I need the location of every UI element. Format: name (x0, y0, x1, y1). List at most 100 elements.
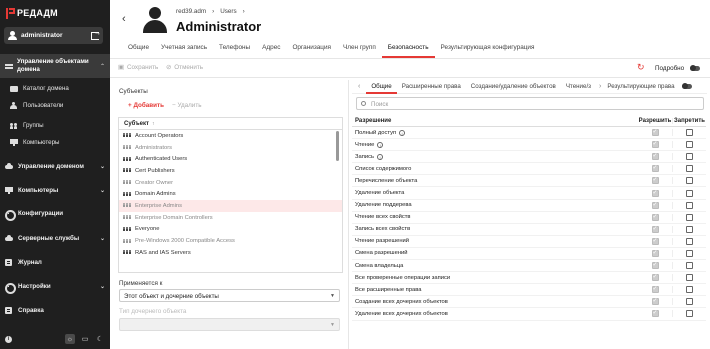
tab-phones[interactable]: Телефоны (213, 44, 256, 58)
tab-resultant-config[interactable]: Результирующая конфигурация (435, 44, 541, 58)
breadcrumb-domain[interactable]: red39.adm (176, 8, 206, 15)
applies-to-select[interactable]: Этот объект и дочерние объекты ▼ (119, 289, 340, 302)
allow-checkbox[interactable] (651, 164, 659, 173)
search-input[interactable]: Поиск (356, 97, 704, 110)
deny-checkbox[interactable] (686, 274, 693, 282)
allow-checkbox[interactable] (651, 297, 659, 306)
deny-checkbox[interactable] (686, 237, 693, 245)
sidebar-item-services[interactable]: Серверные службы ⌄ (0, 228, 110, 248)
info-icon[interactable]: i (5, 335, 12, 343)
tab-member-of[interactable]: Член групп (337, 44, 382, 58)
deny-checkbox[interactable] (686, 249, 693, 257)
sidebar-item-computers-sub[interactable]: Компьютеры (0, 134, 110, 150)
table-row[interactable]: Domain Admins (119, 188, 342, 200)
column-permission: Разрешение (355, 117, 392, 124)
deny-checkbox[interactable] (686, 286, 693, 294)
monitor-icon[interactable]: ▭ (80, 334, 90, 344)
table-header[interactable]: Субъект ↑ (119, 118, 342, 130)
sidebar-item-computers[interactable]: Компьютеры ⌄ (0, 180, 110, 200)
table-row[interactable]: Enterprise Domain Controllers (119, 212, 342, 224)
info-icon[interactable]: i (377, 153, 384, 160)
deny-checkbox[interactable] (686, 153, 693, 161)
allow-checkbox[interactable] (651, 189, 659, 197)
refresh-icon[interactable]: ↻ (637, 62, 645, 73)
tab-organization[interactable]: Организация (286, 44, 337, 58)
sun-icon[interactable]: ☼ (65, 334, 75, 344)
deny-checkbox[interactable] (686, 262, 693, 270)
remove-button[interactable]: − Удалить (172, 102, 201, 109)
tab-address[interactable]: Адрес (256, 44, 286, 58)
tab-rights-general[interactable]: Общие (366, 80, 397, 94)
table-row[interactable]: Account Operators (119, 130, 342, 142)
subject-name: Everyone (135, 226, 160, 233)
add-button[interactable]: + Добавить (128, 102, 164, 109)
allow-cell (638, 189, 672, 197)
sidebar-item-settings[interactable]: Настройки ⌄ (0, 276, 110, 296)
allow-checkbox[interactable] (651, 237, 659, 245)
deny-checkbox[interactable] (686, 129, 693, 137)
logout-icon[interactable] (91, 30, 101, 40)
allow-checkbox[interactable] (651, 261, 659, 270)
breadcrumb-users[interactable]: Users (220, 8, 236, 15)
user-box[interactable]: administrator (4, 27, 103, 44)
sidebar-item-journal[interactable]: Журнал (0, 252, 110, 272)
back-icon[interactable]: ‹ (122, 13, 126, 25)
sidebar-item-configurations[interactable]: Конфигурации (0, 203, 110, 223)
sidebar-item-groups[interactable]: Группы (0, 117, 110, 133)
allow-checkbox[interactable] (651, 176, 659, 185)
table-row[interactable]: Cert Publishers (119, 165, 342, 177)
allow-checkbox[interactable] (651, 309, 659, 318)
deny-checkbox[interactable] (686, 201, 693, 209)
tab-create-delete[interactable]: Создание/удаление объектов (466, 80, 561, 94)
allow-checkbox[interactable] (651, 225, 659, 233)
table-row-selected[interactable]: Enterprise Admins (119, 200, 342, 212)
deny-checkbox[interactable] (686, 141, 693, 149)
allow-checkbox[interactable] (651, 249, 659, 257)
resultant-rights-toggle[interactable] (681, 83, 692, 89)
allow-checkbox[interactable] (651, 201, 659, 209)
table-row[interactable]: Administrators (119, 142, 342, 154)
deny-checkbox[interactable] (686, 177, 693, 185)
add-label: Добавить (133, 102, 164, 109)
sidebar-item-domain-management[interactable]: Управление доменом ⌄ (0, 156, 110, 176)
tab-general[interactable]: Общие (122, 44, 155, 58)
moon-icon[interactable]: ☾ (95, 334, 105, 344)
tab-account[interactable]: Учетная запись (155, 44, 213, 58)
chevron-right-icon[interactable]: › (596, 83, 604, 90)
deny-checkbox[interactable] (686, 310, 693, 318)
table-row[interactable]: Everyone (119, 224, 342, 236)
deny-checkbox[interactable] (686, 165, 693, 173)
info-icon[interactable]: i (399, 129, 406, 136)
sidebar-item-users[interactable]: Пользователи (0, 97, 110, 113)
sidebar-item-catalog[interactable]: Каталог домена (0, 80, 110, 96)
table-row[interactable]: Authenticated Users (119, 153, 342, 165)
allow-checkbox[interactable] (651, 273, 659, 282)
allow-checkbox[interactable] (651, 140, 659, 149)
cancel-button[interactable]: ⊘ Отменить (166, 64, 203, 71)
table-row[interactable]: RAS and IAS Servers (119, 247, 342, 259)
deny-checkbox[interactable] (686, 213, 693, 221)
settings-icon (5, 282, 16, 294)
tab-extended-rights[interactable]: Расширенные права (397, 80, 466, 94)
detail-toggle[interactable] (690, 65, 700, 71)
save-button[interactable]: ▣ Сохранить (118, 64, 158, 71)
chevron-left-icon[interactable]: ‹ (352, 83, 366, 90)
allow-checkbox[interactable] (651, 285, 659, 294)
group-icon (123, 191, 131, 197)
deny-checkbox[interactable] (686, 225, 693, 233)
deny-checkbox[interactable] (686, 189, 693, 197)
tab-read-write[interactable]: Чтение/з (561, 80, 596, 94)
permission-cell: Запись всех свойств (352, 226, 638, 232)
allow-checkbox[interactable] (651, 213, 659, 221)
deny-cell (672, 310, 706, 318)
table-row[interactable]: Creator Owner (119, 177, 342, 189)
table-row[interactable]: Pre-Windows 2000 Compatible Access (119, 235, 342, 247)
sidebar-item-help[interactable]: Справка (0, 300, 110, 320)
scrollbar[interactable] (336, 131, 339, 161)
allow-checkbox[interactable] (651, 152, 659, 161)
deny-checkbox[interactable] (686, 298, 693, 306)
info-icon[interactable]: i (377, 141, 384, 148)
allow-checkbox[interactable] (651, 128, 659, 137)
tab-security[interactable]: Безопасность (381, 44, 435, 58)
sidebar-item-domain-objects[interactable]: Управление объектами домена ⌃ (0, 54, 110, 78)
